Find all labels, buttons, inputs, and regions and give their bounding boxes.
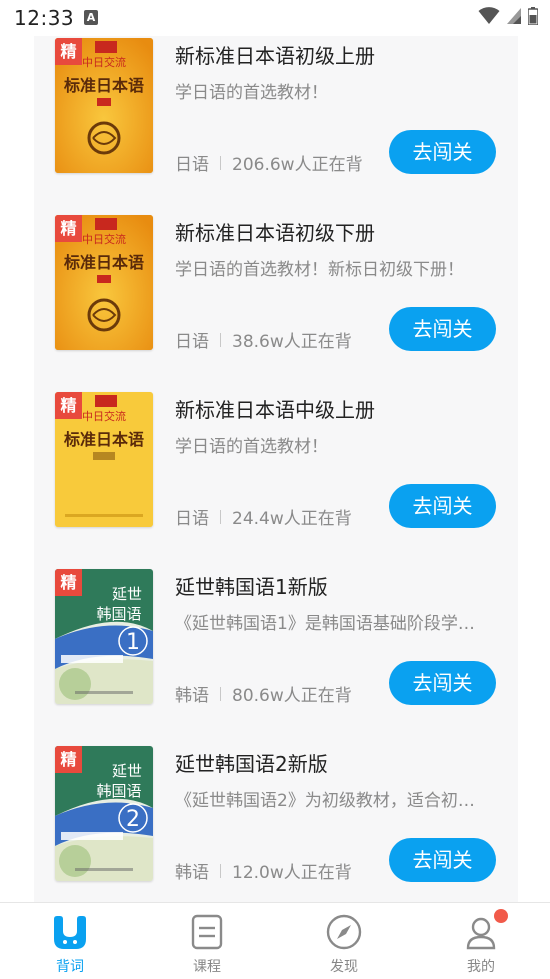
battery-icon	[528, 7, 538, 25]
book-item[interactable]: 延世韩国语 1 精 延世韩国语1新版《延世韩国语1》是韩国语基础阶段学… 韩语 80.6w…	[55, 569, 515, 706]
book-item[interactable]: 中日交流标准日本语 精 新标准日本语初级上册学日语的首选教材！ 日语 206.6w人正在…	[55, 38, 515, 175]
featured-badge: 精	[55, 569, 82, 596]
book-meta: 韩语 80.6w人正在背	[175, 681, 352, 706]
book-item[interactable]: 延世韩国语 2 精 延世韩国语2新版《延世韩国语2》为初级教材，适合初… 韩语 12.0w…	[55, 746, 515, 883]
svg-text:韩国语: 韩国语	[96, 782, 141, 800]
tab-mine[interactable]: 我的	[426, 903, 536, 979]
tab-label: 课程	[193, 959, 221, 975]
featured-badge: 精	[55, 392, 82, 419]
book-description: 《延世韩国语1》是韩国语基础阶段学…	[175, 614, 475, 634]
learner-count: 80.6w人正在背	[232, 686, 352, 706]
wifi-icon	[478, 7, 500, 24]
svg-text:标准日本语: 标准日本语	[63, 253, 144, 272]
svg-text:1: 1	[126, 630, 140, 655]
featured-badge: 精	[55, 215, 82, 242]
book-title[interactable]: 新标准日本语中级上册	[175, 394, 375, 423]
tab-label: 发现	[330, 959, 358, 975]
start-challenge-button[interactable]: 去闯关	[389, 130, 496, 174]
book-cover[interactable]: 中日交流标准日本语 精	[55, 392, 153, 527]
book-cover[interactable]: 中日交流标准日本语 精	[55, 38, 153, 173]
notification-a-icon: A	[84, 10, 98, 25]
book-description: 学日语的首选教材！	[175, 83, 328, 103]
svg-text:2: 2	[126, 807, 140, 832]
tab-label: 背词	[56, 959, 84, 975]
start-challenge-button[interactable]: 去闯关	[389, 661, 496, 705]
learner-count: 206.6w人正在背	[232, 155, 363, 175]
status-time: 12:33	[14, 6, 75, 30]
book-language: 韩语	[175, 863, 209, 883]
featured-badge: 精	[55, 746, 82, 773]
book-language: 日语	[175, 332, 209, 352]
book-language: 日语	[175, 155, 209, 175]
book-cover[interactable]: 中日交流标准日本语 精	[55, 215, 153, 350]
book-meta: 日语 206.6w人正在背	[175, 150, 363, 175]
book-list[interactable]: 中日交流 标准日本语精新标准日本语初级上册 学日语的首选教材！ 日语 206.6w人正在…	[0, 36, 550, 902]
book-item[interactable]: 中日交流标准日本语 精 新标准日本语初级下册学日语的首选教材！新标日初级下册！ 日语 3…	[55, 215, 515, 352]
svg-text:延世: 延世	[112, 762, 142, 780]
book-cover[interactable]: 延世韩国语 1 精	[55, 569, 153, 704]
book-description: 《延世韩国语2》为初级教材，适合初…	[175, 791, 475, 811]
book-description: 学日语的首选教材！	[175, 437, 328, 457]
beici-icon	[54, 916, 86, 949]
book-title[interactable]: 新标准日本语初级上册	[175, 40, 375, 69]
book-language: 日语	[175, 509, 209, 529]
svg-text:标准日本语: 标准日本语	[63, 430, 144, 449]
tab-beici[interactable]: 背词	[15, 903, 125, 979]
book-item[interactable]: 中日交流标准日本语 精 新标准日本语中级上册学日语的首选教材！ 日语 24.4w人正在背…	[55, 392, 515, 529]
compass-icon	[326, 914, 362, 950]
book-title[interactable]: 延世韩国语2新版	[175, 748, 328, 777]
divider	[220, 332, 221, 347]
book-language: 韩语	[175, 686, 209, 706]
learner-count: 38.6w人正在背	[232, 332, 352, 352]
svg-text:延世: 延世	[112, 585, 142, 603]
svg-text:中日交流: 中日交流	[82, 232, 126, 246]
course-icon	[191, 914, 223, 950]
start-challenge-button[interactable]: 去闯关	[389, 307, 496, 351]
book-meta: 韩语 12.0w人正在背	[175, 858, 352, 883]
notification-dot	[494, 909, 508, 923]
featured-badge: 精	[55, 38, 82, 65]
book-meta: 日语 24.4w人正在背	[175, 504, 352, 529]
tab-label: 我的	[467, 959, 495, 975]
divider	[220, 509, 221, 524]
svg-text:中日交流: 中日交流	[82, 55, 126, 69]
tab-course[interactable]: 课程	[152, 903, 262, 979]
start-challenge-button[interactable]: 去闯关	[389, 838, 496, 882]
book-cover[interactable]: 延世韩国语 2 精	[55, 746, 153, 881]
learner-count: 12.0w人正在背	[232, 863, 352, 883]
book-title[interactable]: 新标准日本语初级下册	[175, 217, 375, 246]
status-bar: 12:33 A	[0, 0, 550, 36]
bottom-tab-bar: 背词 课程 发现 我的	[0, 902, 550, 979]
svg-text:中日交流: 中日交流	[82, 409, 126, 423]
signal-icon	[507, 8, 521, 24]
status-icons	[478, 7, 538, 25]
learner-count: 24.4w人正在背	[232, 509, 352, 529]
tab-discover[interactable]: 发现	[289, 903, 399, 979]
divider	[220, 686, 221, 701]
divider	[220, 863, 221, 878]
start-challenge-button[interactable]: 去闯关	[389, 484, 496, 528]
book-title[interactable]: 延世韩国语1新版	[175, 571, 328, 600]
book-description: 学日语的首选教材！新标日初级下册！	[175, 260, 464, 280]
svg-text:韩国语: 韩国语	[96, 605, 141, 623]
divider	[220, 155, 221, 170]
book-meta: 日语 38.6w人正在背	[175, 327, 352, 352]
svg-text:标准日本语: 标准日本语	[63, 76, 144, 95]
